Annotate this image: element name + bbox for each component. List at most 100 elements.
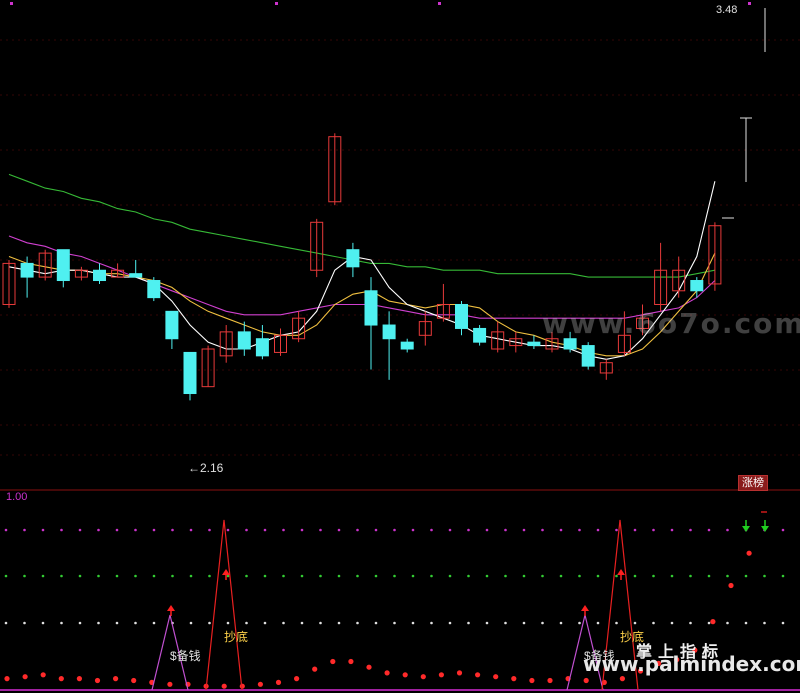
level-dot-green bbox=[541, 574, 544, 578]
indicator-dot bbox=[493, 674, 499, 680]
candle-bear bbox=[364, 290, 378, 326]
level-dot-white bbox=[504, 621, 507, 625]
level-dot-magenta bbox=[60, 528, 63, 532]
signal-up-arrow bbox=[581, 605, 589, 611]
indicator-dot bbox=[583, 677, 589, 684]
level-dot-green bbox=[263, 574, 267, 578]
indicator-dot bbox=[420, 674, 426, 680]
level-dot-magenta bbox=[430, 528, 433, 532]
level-dot-white bbox=[541, 621, 544, 625]
level-dot-magenta bbox=[300, 528, 304, 532]
indicator-dot bbox=[22, 674, 28, 680]
indicator-dot bbox=[475, 672, 481, 678]
grid-lines bbox=[0, 39, 800, 691]
level-dot-magenta bbox=[189, 528, 193, 532]
level-dot-magenta bbox=[263, 528, 267, 532]
signal-down-arrow bbox=[742, 526, 750, 532]
level-dot-magenta bbox=[670, 528, 674, 532]
ma60-line bbox=[8, 173, 716, 278]
level-dot-magenta bbox=[171, 528, 174, 532]
candle-bear bbox=[93, 269, 106, 282]
level-dot-white bbox=[393, 621, 396, 625]
level-dot-white bbox=[41, 621, 45, 625]
candle-bear bbox=[473, 327, 487, 343]
indicator-dot bbox=[4, 676, 10, 682]
top-marker bbox=[748, 2, 751, 5]
candle-bear bbox=[690, 280, 704, 292]
level-dot-green bbox=[689, 574, 692, 578]
level-dot-green bbox=[596, 574, 600, 578]
level-dot-white bbox=[744, 621, 748, 625]
level-dot-white bbox=[615, 621, 618, 625]
level-dot-green bbox=[60, 574, 63, 578]
level-dot-green bbox=[467, 574, 470, 578]
level-dot-white bbox=[522, 621, 526, 625]
level-dot-green bbox=[430, 574, 433, 578]
level-dot-white bbox=[97, 621, 100, 625]
signal-label-chaodi: 抄底 bbox=[224, 630, 249, 644]
level-dot-green bbox=[670, 574, 674, 578]
level-dot-magenta bbox=[152, 528, 156, 532]
level-dot-white bbox=[781, 621, 785, 625]
level-dot-white bbox=[448, 621, 452, 625]
signal-up-arrow bbox=[167, 605, 175, 611]
level-dot-magenta bbox=[208, 528, 211, 532]
candle-bear bbox=[183, 351, 197, 395]
level-dot-green bbox=[744, 574, 748, 578]
indicator-dot bbox=[113, 676, 119, 682]
level-dot-white bbox=[763, 621, 766, 625]
indicator-dot bbox=[275, 679, 282, 686]
indicator-dot bbox=[511, 676, 517, 682]
level-dot-green bbox=[726, 574, 729, 578]
candle-bear bbox=[563, 338, 577, 350]
level-dot-magenta bbox=[78, 528, 82, 532]
level-dot-green bbox=[152, 574, 156, 578]
level-dot-green bbox=[356, 574, 359, 578]
level-dot-white bbox=[689, 621, 692, 625]
indicator-dot bbox=[547, 677, 553, 684]
level-dot-magenta bbox=[393, 528, 396, 532]
level-dot-green bbox=[522, 574, 526, 578]
level-dot-white bbox=[263, 621, 267, 625]
signal-label-beiqian: $备钱 bbox=[170, 649, 201, 663]
level-dot-white bbox=[374, 621, 378, 625]
top-marker bbox=[10, 2, 13, 5]
level-dot-green bbox=[763, 574, 766, 578]
level-dot-green bbox=[485, 574, 489, 578]
level-dot-magenta bbox=[578, 528, 581, 532]
watermark-top: www.6o7o.com bbox=[542, 307, 800, 340]
level-dot-magenta bbox=[504, 528, 507, 532]
level-dot-green bbox=[226, 574, 230, 578]
candle-bear bbox=[237, 331, 251, 350]
indicator-dot bbox=[619, 676, 626, 682]
level-dot-white bbox=[430, 621, 433, 625]
level-dot-white bbox=[282, 621, 285, 625]
candle-bear bbox=[165, 310, 179, 340]
indicator-dot bbox=[456, 670, 463, 676]
level-dot-magenta bbox=[689, 528, 692, 532]
zhangbang-badge[interactable]: 涨榜 bbox=[738, 475, 768, 491]
level-dot-green bbox=[41, 574, 45, 578]
level-dot-magenta bbox=[23, 528, 26, 532]
indicator-dot bbox=[221, 683, 227, 689]
level-dot-magenta bbox=[485, 528, 489, 532]
level-dot-white bbox=[633, 621, 637, 625]
indicator-dot bbox=[312, 666, 318, 672]
candle-bear bbox=[581, 345, 595, 367]
chart-canvas[interactable] bbox=[0, 0, 800, 693]
candle-bear bbox=[382, 324, 396, 340]
candle-bear bbox=[400, 341, 414, 350]
indicator-dot bbox=[76, 676, 82, 682]
level-dot-green bbox=[707, 574, 711, 578]
level-dot-green bbox=[781, 574, 785, 578]
level-dot-white bbox=[356, 621, 359, 625]
level-dot-magenta bbox=[97, 528, 100, 532]
candle-bear bbox=[455, 303, 468, 329]
level-dot-magenta bbox=[245, 528, 248, 532]
level-dot-green bbox=[615, 574, 618, 578]
candle-bear bbox=[255, 338, 269, 357]
indicator-dot bbox=[746, 550, 752, 556]
indicator-dot bbox=[131, 677, 137, 684]
top-marker bbox=[275, 2, 278, 5]
level-dot-white bbox=[652, 621, 655, 625]
